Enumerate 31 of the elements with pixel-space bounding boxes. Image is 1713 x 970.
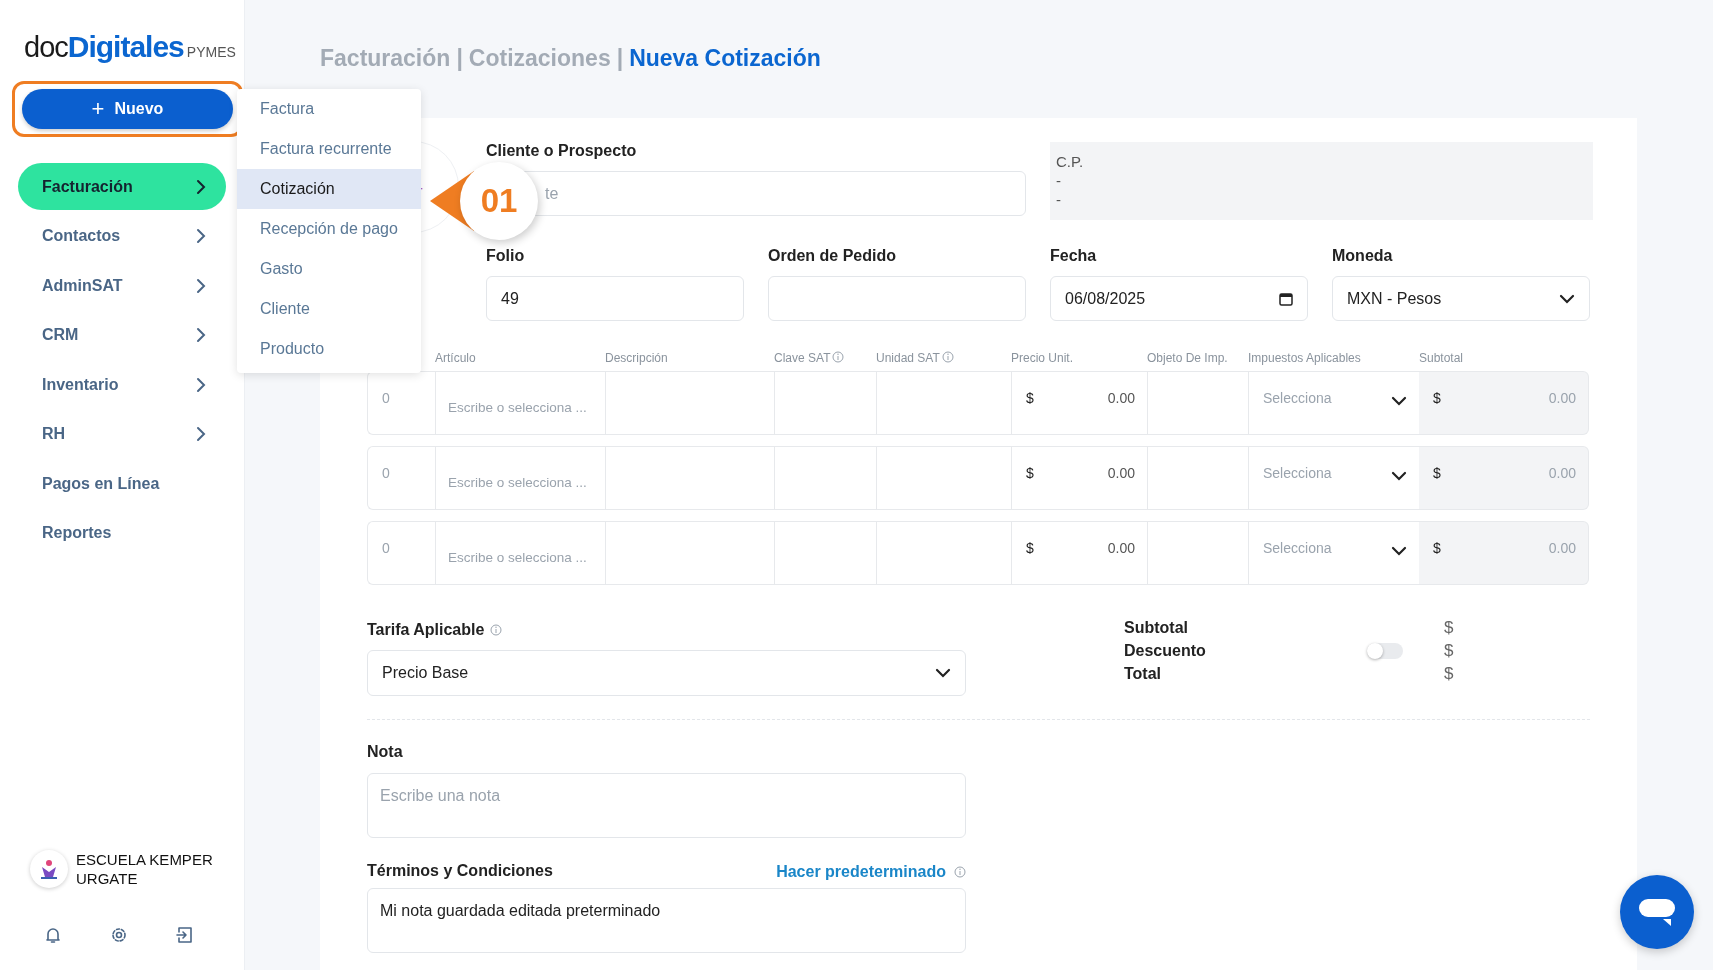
- field-label: Términos y Condiciones: [367, 862, 553, 881]
- field-label: Moneda: [1332, 247, 1394, 266]
- total-label: Subtotal: [1124, 619, 1188, 637]
- total-value: $: [1444, 664, 1455, 684]
- column-header: Descripción: [605, 351, 668, 365]
- column-header: Subtotal: [1419, 351, 1464, 365]
- breadcrumb-separator: |: [456, 44, 463, 72]
- field-label: Nota: [367, 743, 404, 762]
- field-label: Tarifa Aplicable: [367, 621, 485, 639]
- column-header: Impuestos Aplicables: [1248, 351, 1361, 365]
- postal-code-value: -: [1056, 171, 1062, 190]
- column-header: Objeto De Imp.: [1147, 351, 1228, 365]
- column-header: Precio Unit.: [1011, 351, 1074, 365]
- field-label: Fecha: [1050, 247, 1098, 266]
- total-value: $: [1444, 618, 1455, 638]
- total-label: Total: [1124, 665, 1162, 683]
- postal-code-value: -: [1056, 190, 1062, 209]
- column-header: Clave SAT: [774, 351, 831, 365]
- field-label: Folio: [486, 247, 526, 266]
- breadcrumb-item: Nueva Cotización: [629, 44, 821, 72]
- total-label: Descuento: [1124, 642, 1206, 660]
- brand-logo: docDigitales PYMES: [24, 30, 237, 65]
- column-header: Unidad SAT: [876, 351, 940, 365]
- field-label: Cliente o Prospecto: [486, 142, 638, 161]
- breadcrumb-separator: |: [616, 44, 624, 72]
- user-name: ESCUELA KEMPER URGATE: [76, 850, 214, 888]
- step-tooltip: 01: [430, 162, 538, 240]
- field-label: Orden de Pedido: [768, 247, 897, 266]
- postal-code-label: C.P.: [1056, 152, 1085, 171]
- total-value: $: [1444, 641, 1455, 661]
- column-header: Artículo: [435, 351, 476, 365]
